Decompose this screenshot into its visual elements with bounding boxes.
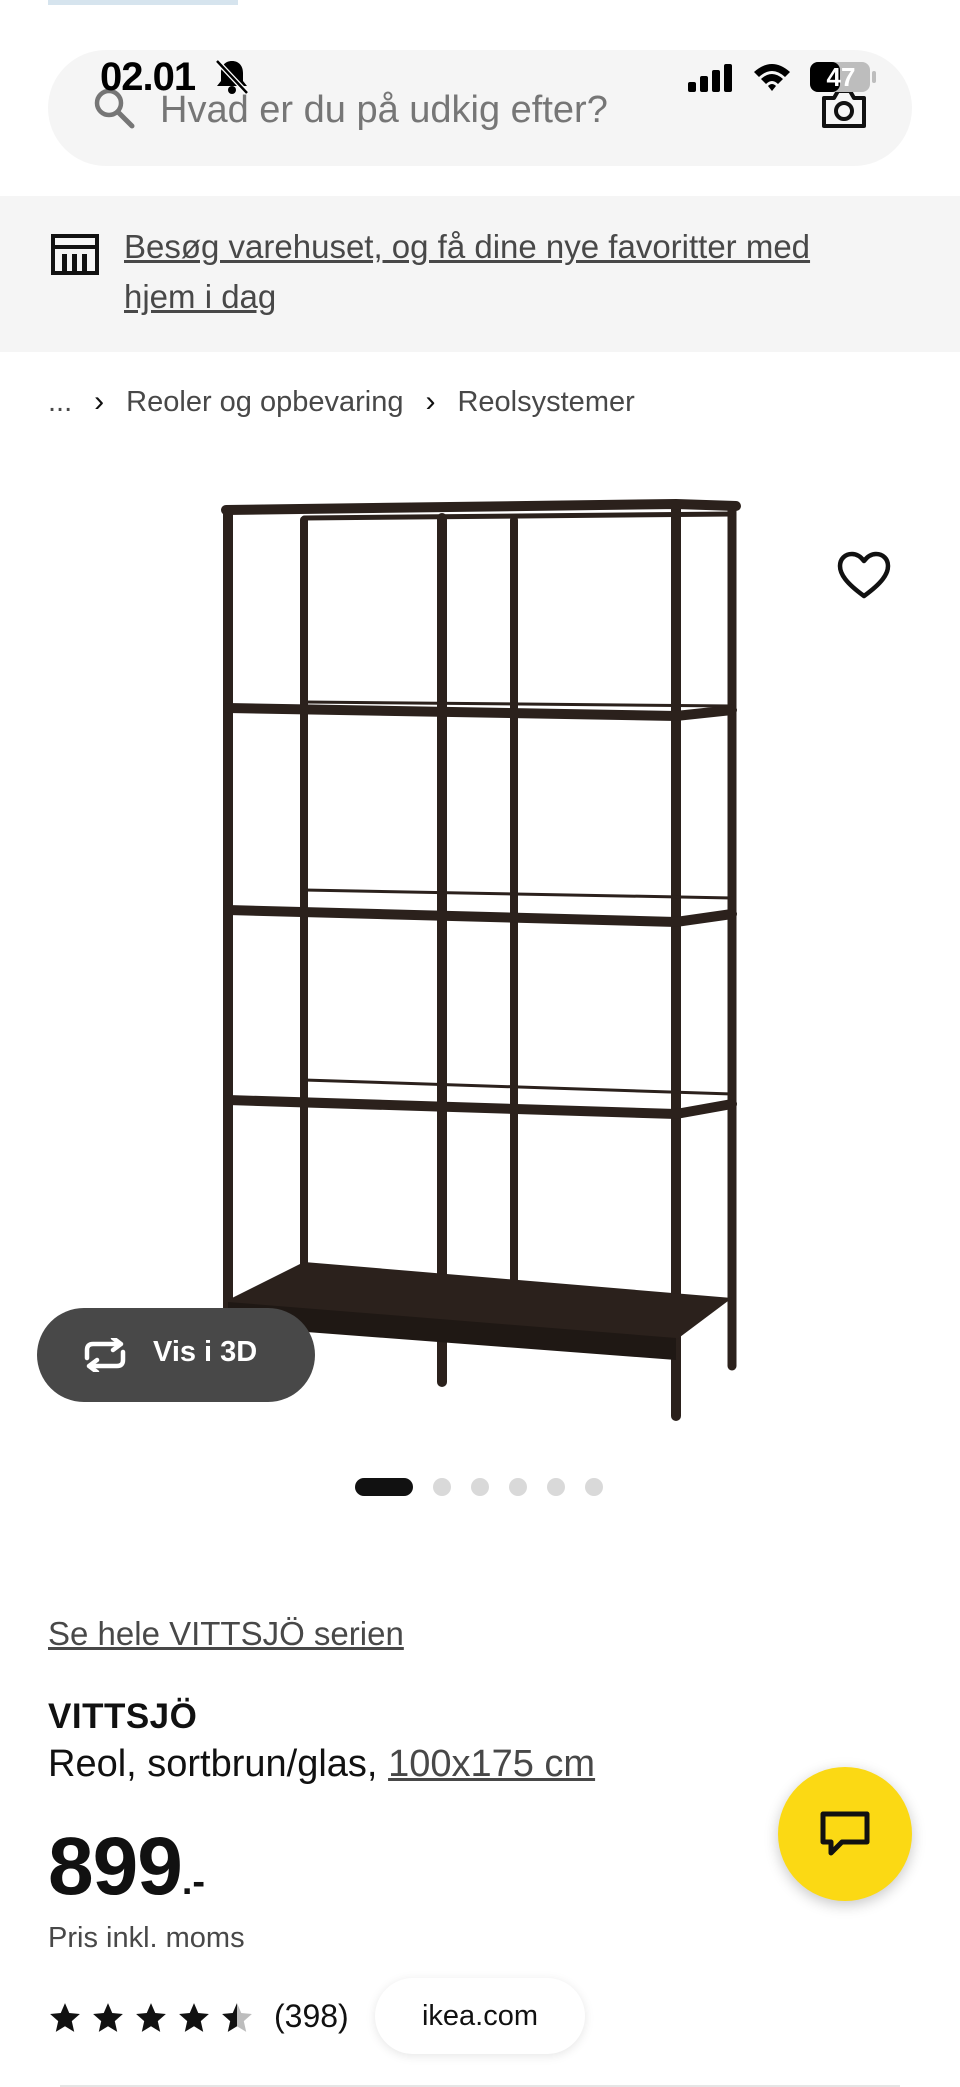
- product-type-text: Reol, sortbrun/glas,: [48, 1743, 389, 1785]
- star-icon: [93, 2003, 123, 2032]
- pagination-dot[interactable]: [433, 1478, 451, 1496]
- browser-domain-pill[interactable]: ikea.com: [375, 1978, 585, 2054]
- pagination-dot[interactable]: [509, 1478, 527, 1496]
- view-3d-button[interactable]: Vis i 3D: [37, 1308, 315, 1402]
- view-3d-label: Vis i 3D: [153, 1336, 258, 1368]
- rotate-3d-icon: [84, 1338, 126, 1372]
- rating-count[interactable]: (398): [274, 1998, 349, 2035]
- price-suffix: .-: [181, 1861, 206, 1903]
- product-image[interactable]: [200, 480, 760, 1440]
- breadcrumb-item[interactable]: Reolsystemer: [457, 386, 634, 419]
- breadcrumb: ... › Reoler og opbevaring › Reolsysteme…: [48, 380, 635, 424]
- product-description: Reol, sortbrun/glas, 100x175 cm: [48, 1743, 595, 1786]
- star-icon: [179, 2003, 209, 2032]
- price-note: Pris inkl. moms: [48, 1922, 245, 1954]
- top-accent-bar: [48, 0, 238, 5]
- chat-bubble-icon: [820, 1811, 870, 1856]
- breadcrumb-item[interactable]: Reoler og opbevaring: [126, 386, 403, 419]
- bell-slash-icon: [215, 59, 249, 95]
- price-integer: 899: [48, 1821, 183, 1912]
- product-size-link[interactable]: 100x175 cm: [388, 1743, 595, 1785]
- pagination-dot[interactable]: [471, 1478, 489, 1496]
- breadcrumb-ellipsis[interactable]: ...: [48, 386, 72, 419]
- pagination-dot[interactable]: [547, 1478, 565, 1496]
- battery-level: 47: [826, 62, 856, 92]
- rating-stars[interactable]: [48, 2001, 263, 2035]
- star-icon: [136, 2003, 166, 2032]
- chat-button[interactable]: [778, 1767, 912, 1901]
- status-time: 02.01: [100, 55, 196, 99]
- product-name: VITTSJÖ: [48, 1697, 198, 1736]
- chevron-right-icon: ›: [94, 385, 105, 418]
- heart-icon[interactable]: [836, 550, 892, 602]
- star-icon: [50, 2003, 80, 2032]
- half-star-icon: [222, 2003, 252, 2032]
- image-pagination: [355, 1478, 623, 1496]
- cellular-signal-icon: [688, 64, 732, 92]
- store-icon: [51, 234, 99, 275]
- series-link[interactable]: Se hele VITTSJÖ serien: [48, 1615, 404, 1653]
- store-visit-link[interactable]: Besøg varehuset, og få dine nye favoritt…: [124, 222, 884, 322]
- chevron-right-icon: ›: [425, 385, 436, 418]
- wifi-icon: [754, 64, 790, 91]
- pagination-dot-active[interactable]: [355, 1478, 413, 1496]
- product-price: 899.-: [48, 1820, 205, 1914]
- pagination-dot[interactable]: [585, 1478, 603, 1496]
